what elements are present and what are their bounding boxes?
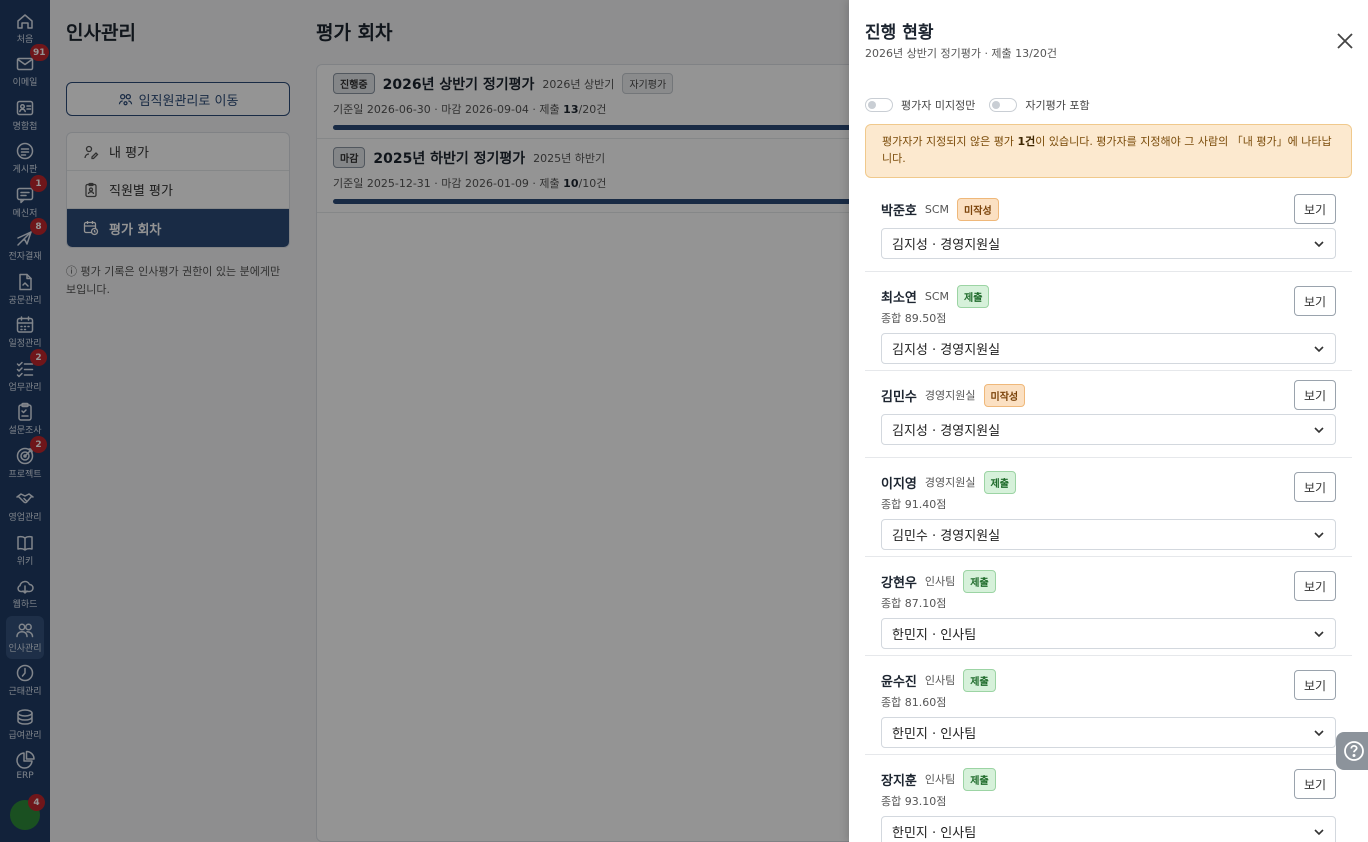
evaluator-select[interactable]: 김지성 · 경영지원실 <box>881 414 1336 445</box>
toggle-include-self[interactable]: 자기평가 포함 <box>989 97 1090 113</box>
view-button[interactable]: 보기 <box>1294 286 1336 316</box>
evaluator-select-value: 한민지 · 인사팀 <box>892 727 977 742</box>
modal-overlay[interactable] <box>0 0 849 842</box>
toggle-label: 평가자 미지정만 <box>901 99 976 112</box>
evaluator-select-value: 한민지 · 인사팀 <box>892 628 977 643</box>
toggle-switch[interactable] <box>865 98 893 112</box>
employee-name: 장지훈 <box>881 773 917 789</box>
total-score: 종합 91.40점 <box>881 498 947 511</box>
evaluator-select-value: 김지성 · 경영지원실 <box>892 424 1001 439</box>
employee-row: 장지훈 인사팀 제출종합 93.10점 보기한민지 · 인사팀 <box>865 755 1352 842</box>
total-score: 종합 93.10점 <box>881 795 947 808</box>
toggle-unassigned-only[interactable]: 평가자 미지정만 <box>865 97 975 113</box>
employee-row: 윤수진 인사팀 제출종합 81.60점 보기한민지 · 인사팀 <box>865 656 1352 755</box>
employee-row: 이지영 경영지원실 제출종합 91.40점 보기김민수 · 경영지원실 <box>865 458 1352 557</box>
view-button[interactable]: 보기 <box>1294 769 1336 799</box>
total-score: 종합 89.50점 <box>881 312 947 325</box>
progress-drawer: 진행 현황 2026년 상반기 정기평가 · 제출 13/20건 평가자 미지정… <box>849 0 1368 842</box>
evaluator-select-value: 한민지 · 인사팀 <box>892 826 977 841</box>
filter-toggles: 평가자 미지정만 자기평가 포함 <box>865 97 1090 113</box>
chevron-down-icon <box>1314 240 1324 247</box>
employee-department: 인사팀 <box>924 773 956 786</box>
status-badge: 미작성 <box>957 197 999 221</box>
view-button[interactable]: 보기 <box>1294 670 1336 700</box>
chevron-down-icon <box>1314 426 1324 433</box>
view-button[interactable]: 보기 <box>1294 380 1336 410</box>
chevron-down-icon <box>1314 630 1324 637</box>
total-score: 종합 87.10점 <box>881 597 947 610</box>
employee-department: SCM <box>924 202 950 216</box>
employee-name: 강현우 <box>881 575 917 591</box>
status-badge: 제출 <box>963 767 996 791</box>
status-badge: 제출 <box>963 569 996 593</box>
help-button[interactable] <box>1336 732 1368 770</box>
evaluator-select[interactable]: 한민지 · 인사팀 <box>881 816 1336 842</box>
employee-name: 박준호 <box>881 203 917 219</box>
close-button[interactable] <box>1334 30 1356 52</box>
employee-progress-list: 박준호 SCM 미작성 보기 김지성 · 경영지원실 최소연 SCM 제출 종합 89.50점 보… <box>865 185 1352 842</box>
employee-row: 최소연 SCM 제출종합 89.50점 보기김지성 · 경영지원실 <box>865 272 1352 371</box>
chevron-down-icon <box>1314 531 1324 538</box>
evaluator-select[interactable]: 김지성 · 경영지원실 <box>881 333 1336 364</box>
employee-department: SCM <box>924 289 950 303</box>
employee-row: 김민수 경영지원실 미작성 보기김지성 · 경영지원실 <box>865 371 1352 458</box>
close-icon <box>1337 33 1353 49</box>
employee-department: 경영지원실 <box>924 389 976 402</box>
evaluator-select-value: 김민수 · 경영지원실 <box>892 529 1001 544</box>
chevron-down-icon <box>1314 729 1324 736</box>
evaluator-select[interactable]: 한민지 · 인사팀 <box>881 717 1336 748</box>
evaluator-select-value: 김지성 · 경영지원실 <box>892 343 1001 358</box>
toggle-switch[interactable] <box>989 98 1018 112</box>
status-badge: 제출 <box>957 284 990 308</box>
employee-name: 이지영 <box>881 476 917 492</box>
evaluator-select[interactable]: 김민수 · 경영지원실 <box>881 519 1336 550</box>
toggle-label: 자기평가 포함 <box>1025 99 1090 112</box>
drawer-title: 진행 현황 <box>865 23 934 43</box>
help-icon <box>1344 741 1364 761</box>
evaluator-select[interactable]: 한민지 · 인사팀 <box>881 618 1336 649</box>
view-button[interactable]: 보기 <box>1294 571 1336 601</box>
employee-row: 박준호 SCM 미작성 보기김지성 · 경영지원실 <box>865 185 1352 272</box>
drawer-subtitle: 2026년 상반기 정기평가 · 제출 13/20건 <box>865 47 1057 60</box>
alert-text: 평가자가 지정되지 않은 평가 <box>882 135 1018 148</box>
view-button[interactable]: 보기 <box>1294 194 1336 224</box>
status-badge: 제출 <box>963 668 996 692</box>
employee-name: 윤수진 <box>881 674 917 690</box>
status-badge: 제출 <box>983 470 1016 494</box>
view-button[interactable]: 보기 <box>1294 472 1336 502</box>
status-badge: 미작성 <box>983 383 1026 407</box>
employee-department: 인사팀 <box>924 674 956 687</box>
employee-department: 경영지원실 <box>924 476 976 489</box>
employee-name: 최소연 <box>881 290 917 306</box>
chevron-down-icon <box>1314 828 1324 835</box>
total-score: 종합 81.60점 <box>881 696 947 709</box>
evaluator-select-value: 김지성 · 경영지원실 <box>892 238 1001 253</box>
alert-count: 1건 <box>1017 135 1036 148</box>
employee-name: 김민수 <box>881 389 917 405</box>
employee-row: 강현우 인사팀 제출종합 87.10점 보기한민지 · 인사팀 <box>865 557 1352 656</box>
chevron-down-icon <box>1314 345 1324 352</box>
evaluator-select[interactable]: 김지성 · 경영지원실 <box>881 228 1336 259</box>
unassigned-alert: 평가자가 지정되지 않은 평가 1건이 있습니다. 평가자를 지정해야 그 사람… <box>865 124 1352 178</box>
employee-department: 인사팀 <box>924 575 956 588</box>
